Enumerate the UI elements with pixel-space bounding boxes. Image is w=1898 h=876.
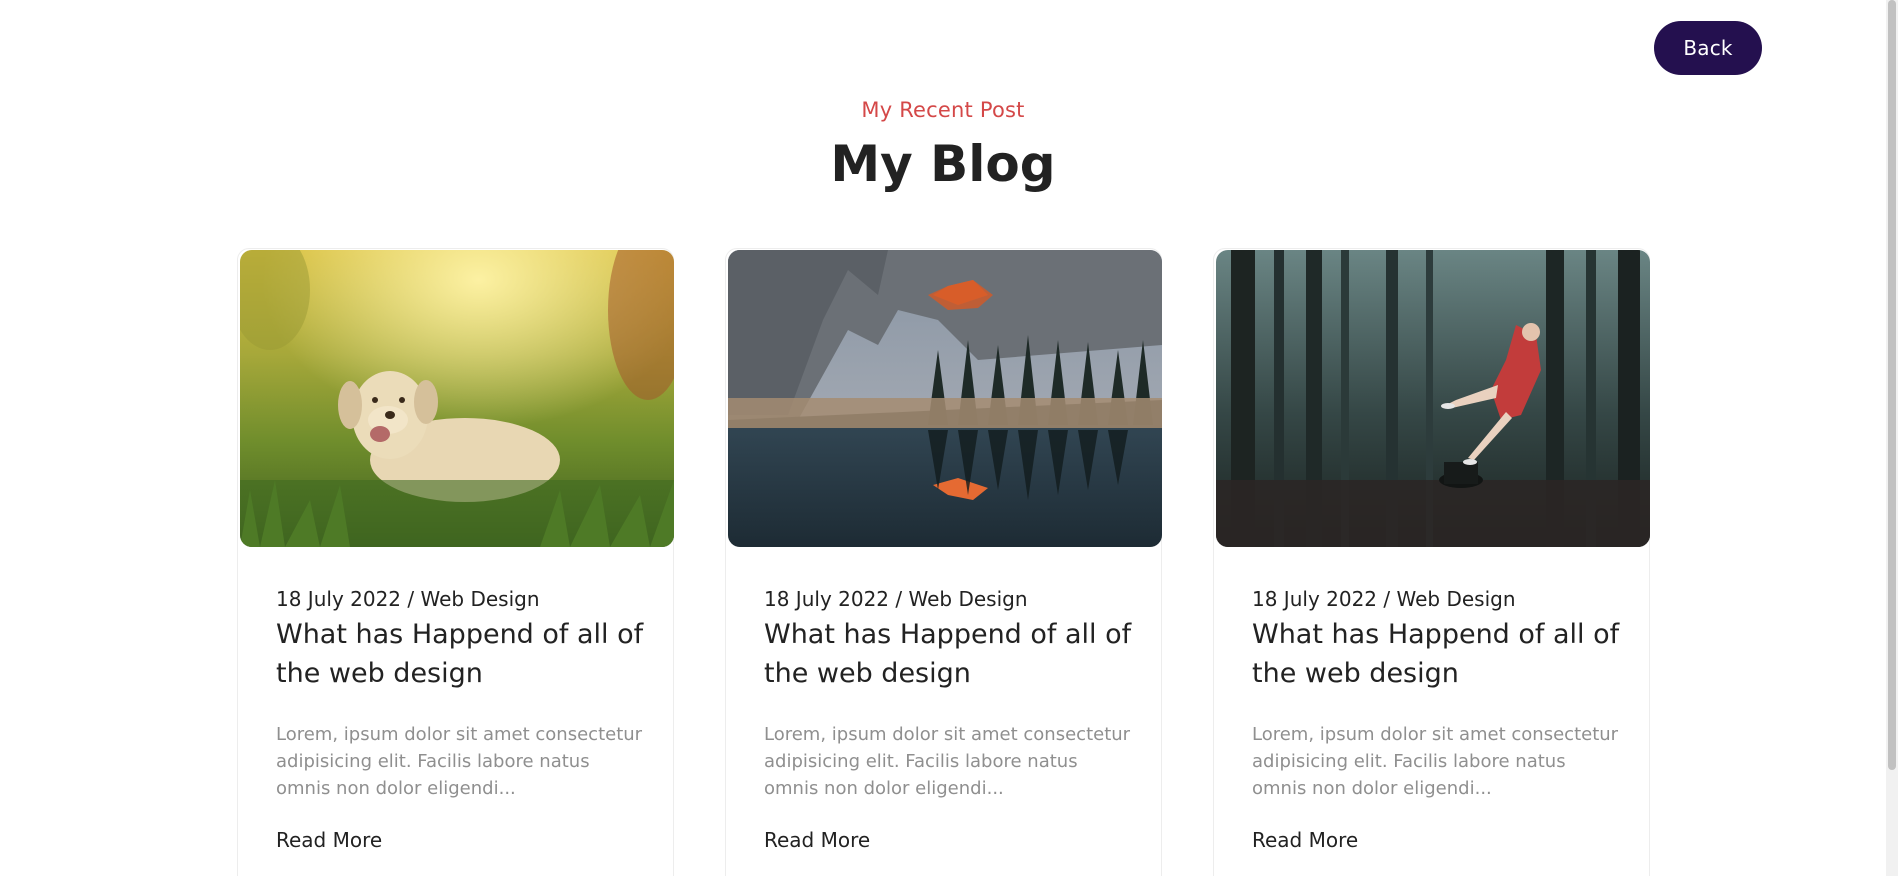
woman-in-forest-photo[interactable] <box>1216 250 1650 547</box>
post-title[interactable]: What has Happend of all of the web desig… <box>764 615 1144 693</box>
page-scrollbar[interactable] <box>1886 0 1898 876</box>
post-excerpt-text: Lorem, ipsum dolor sit amet consectetur … <box>1252 724 1619 799</box>
section-title: My Blog <box>830 135 1056 193</box>
read-more-link[interactable]: Read More <box>1252 826 1358 854</box>
blog-card: 18 July 2022 / Web Design What has Happe… <box>1213 248 1650 876</box>
blog-card: 18 July 2022 / Web Design What has Happe… <box>237 248 674 876</box>
post-excerpt-text: Lorem, ipsum dolor sit amet consectetur … <box>276 724 643 799</box>
blog-page: Back My Recent Post My Blog 18 July 2022… <box>0 0 1898 876</box>
post-meta: 18 July 2022 / Web Design <box>276 587 540 611</box>
post-excerpt: Lorem, ipsum dolor sit amet consectetur … <box>764 721 1132 802</box>
dog-in-grass-photo[interactable] <box>240 250 674 547</box>
post-title[interactable]: What has Happend of all of the web desig… <box>1252 615 1632 693</box>
back-button[interactable]: Back <box>1654 21 1762 75</box>
read-more-link[interactable]: Read More <box>276 826 382 854</box>
post-meta: 18 July 2022 / Web Design <box>1252 587 1516 611</box>
post-title[interactable]: What has Happend of all of the web desig… <box>276 615 656 693</box>
blog-section-header: My Recent Post My Blog <box>0 96 1886 194</box>
read-more-link[interactable]: Read More <box>764 826 870 854</box>
post-meta: 18 July 2022 / Web Design <box>764 587 1028 611</box>
blog-card-list: 18 July 2022 / Web Design What has Happe… <box>237 248 1650 876</box>
mountain-lake-reflection-photo[interactable] <box>728 250 1162 547</box>
post-excerpt-text: Lorem, ipsum dolor sit amet consectetur … <box>764 724 1131 799</box>
blog-card: 18 July 2022 / Web Design What has Happe… <box>725 248 1162 876</box>
post-excerpt: Lorem, ipsum dolor sit amet consectetur … <box>1252 721 1620 802</box>
scrollbar-thumb[interactable] <box>1888 0 1896 770</box>
section-subtitle: My Recent Post <box>861 98 1025 122</box>
post-excerpt: Lorem, ipsum dolor sit amet consectetur … <box>276 721 644 802</box>
